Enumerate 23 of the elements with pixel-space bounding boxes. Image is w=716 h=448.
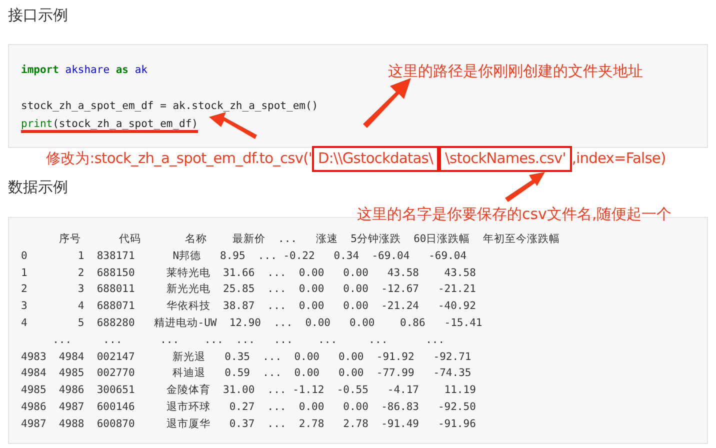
output-line: 0 1 838171 N邦德 8.95 ... -0.22 0.34 -69.04 -69.04: [21, 248, 467, 264]
output-line: 4987 4988 600870 退市厦华 0.37 ... 2.78 2.78 -91.49 -91.96: [21, 416, 476, 432]
section-heading: 接口示例: [8, 6, 68, 24]
output-line: 4984 4985 002770 科迪退 0.59 ... 0.00 0.00 -77.99 -74.35: [21, 366, 472, 382]
output-line: 4983 4984 002147 新光退 0.35 ... 0.00 0.00 -91.92 -92.71: [21, 350, 472, 365]
annotation-text: 这里的路径是你刚刚创建的文件夹地址: [388, 62, 643, 81]
annotation-text: 这里的名字是你要保存的csv文件名,随便起一个: [357, 205, 672, 224]
annotation-text: 修改为:stock_zh_a_spot_em_df.to_csv(' D:\\Gstockdatas\ \stockNames.csv' ,index=False): [46, 149, 666, 169]
output-line: ... ... ... ... ... ... ... ... ...: [52, 332, 445, 348]
arrow: [505, 172, 545, 202]
section-heading: 数据示例: [8, 178, 68, 196]
code-line: stock_zh_a_spot_em_df = ak.stock_zh_a_spot_em(): [21, 99, 318, 114]
output-line: 3 4 688071 华依科技 38.87 ... 0.00 0.00 -21.24 -40.92: [21, 299, 476, 314]
output-line: 1 2 688150 莱特光电 31.66 ... 0.00 0.00 43.58 43.58: [21, 266, 476, 281]
output-line: 4985 4986 300651 金陵体育 31.00 ... -1.12 -0.55 -4.17 11.19: [21, 383, 476, 398]
output-line: 2 3 688011 新光光电 25.85 ... 0.00 0.00 -12.67 -21.21: [21, 282, 476, 298]
arrow: [209, 112, 257, 139]
arrow: [363, 78, 411, 128]
code-line: import akshare as ak: [21, 63, 148, 78]
output-line: 4986 4987 600146 退市环球 0.27 ... 0.00 0.00 -86.83 -92.50: [21, 400, 476, 415]
code-line: print(stock_zh_a_spot_em_df): [21, 117, 198, 132]
output-line: 4 5 688280 精进电动-UW 12.90 ... 0.00 0.00 0.86 -15.41: [21, 316, 482, 331]
output-line: 序号 代码 名称 最新价 ... 涨速 5分钟涨跌 60日涨跌幅 年初至今涨跌幅: [58, 232, 560, 247]
